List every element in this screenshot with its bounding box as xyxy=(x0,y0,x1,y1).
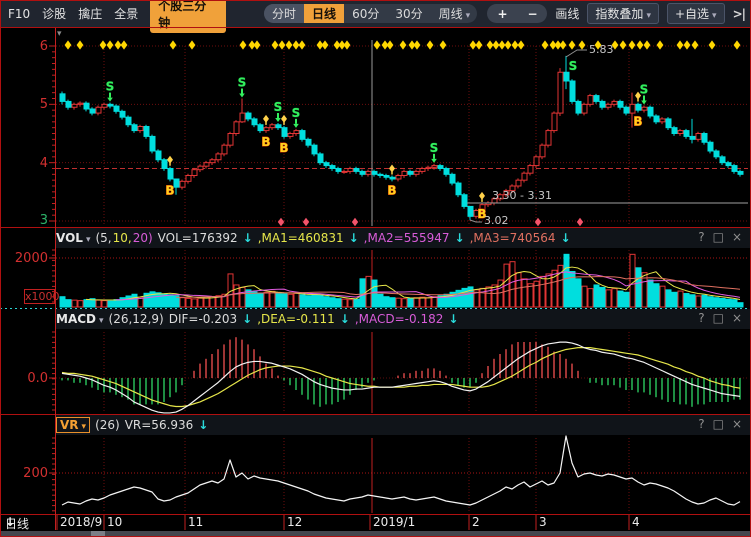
draw-line-button[interactable]: 画线 xyxy=(555,5,579,22)
collapse-panel-icon[interactable]: >| xyxy=(733,7,745,21)
chevron-down-icon: ▾ xyxy=(82,422,87,432)
time-axis: 日线↓ 2018/9 10 11 12 2019/1 2 3 4 xyxy=(0,515,751,531)
period-tabs: 分时 日线 60分 30分 周线▾ xyxy=(264,4,477,23)
month-label: 10 xyxy=(107,515,122,529)
macd-axis-zero: 0.0 xyxy=(0,371,48,386)
tab-weekly[interactable]: 周线▾ xyxy=(431,4,478,23)
catch-banker-button[interactable]: 擒庄 xyxy=(78,5,102,22)
down-arrow-icon: ↓ xyxy=(198,418,208,432)
chevron-down-icon: ▾ xyxy=(86,235,91,245)
scrollbar-thumb[interactable] xyxy=(91,531,105,536)
main-indicator-dropdown[interactable]: ▾ xyxy=(57,29,62,39)
month-label: 12 xyxy=(287,515,302,529)
down-arrow-icon: ↓ xyxy=(349,231,359,245)
macd-panel[interactable] xyxy=(56,331,750,414)
down-arrow-icon: ↓ xyxy=(242,312,252,326)
maximize-icon[interactable]: □ xyxy=(713,230,724,244)
chevron-down-icon: ▾ xyxy=(99,316,104,326)
vol-param-10: 10, xyxy=(113,231,132,245)
vol-param-20: 20) xyxy=(133,231,153,245)
volume-panel[interactable] xyxy=(56,249,750,308)
maximize-icon[interactable]: □ xyxy=(713,417,724,431)
down-arrow-icon: ↓ xyxy=(243,231,253,245)
f10-button[interactable]: F10 xyxy=(8,7,30,21)
vol-indicator-label: VOL xyxy=(56,231,83,245)
month-label: 11 xyxy=(188,515,203,529)
vol-panel-header: VOL▾ (5,10,20) VOL=176392↓ ,MA1=460831↓ … xyxy=(56,228,750,248)
panorama-button[interactable]: 全景 xyxy=(114,5,138,22)
macd-dif-value: DIF=-0.203 xyxy=(169,312,237,326)
vr-panel-header: VR▾ (26) VR=56.936 ↓ ? □ × xyxy=(56,415,750,435)
main-price-chart[interactable] xyxy=(56,28,750,227)
tab-30min[interactable]: 30分 xyxy=(387,4,430,23)
price-axis-5: 5 xyxy=(0,97,48,112)
chevron-down-icon: ▾ xyxy=(646,11,651,21)
down-arrow-icon: ↓ xyxy=(455,231,465,245)
month-label: 3 xyxy=(539,515,547,529)
down-arrow-icon: ↓ xyxy=(448,312,458,326)
month-label: 4 xyxy=(632,515,640,529)
close-icon[interactable]: × xyxy=(732,417,742,431)
vol-ma1-value: ,MA1=460831 xyxy=(258,231,344,245)
stock-chart-app: F10 诊股 擒庄 全景 个股三分钟 分时 日线 60分 30分 周线▾ + −… xyxy=(0,0,751,537)
top-toolbar: F10 诊股 擒庄 全景 个股三分钟 分时 日线 60分 30分 周线▾ + −… xyxy=(0,0,751,27)
price-axis-6: 6 xyxy=(0,39,48,54)
vol-ma2-value: ,MA2=555947 xyxy=(364,231,450,245)
vol-unit-badge: x1000 xyxy=(24,289,55,304)
vol-indicator-dropdown[interactable]: VOL▾ xyxy=(56,231,90,245)
macd-value: ,MACD=-0.182 xyxy=(355,312,444,326)
add-watchlist-button[interactable]: +自选▾ xyxy=(667,3,725,24)
vr-indicator-dropdown[interactable]: VR▾ xyxy=(56,417,90,433)
zoom-out-button[interactable]: − xyxy=(518,7,548,21)
price-axis-4: 4 xyxy=(0,156,48,171)
vol-panel-controls: ? □ × xyxy=(698,230,742,244)
zoom-controls: + − xyxy=(487,4,547,23)
tab-weekly-label: 周线 xyxy=(439,7,463,21)
help-icon[interactable]: ? xyxy=(698,230,704,244)
stock-3min-button[interactable]: 个股三分钟 xyxy=(150,0,226,33)
vr-indicator-label: VR xyxy=(60,418,79,432)
add-watchlist-label: +自选 xyxy=(675,7,709,21)
vr-params: (26) xyxy=(95,418,120,432)
vr-panel[interactable] xyxy=(56,437,750,514)
month-label: 2 xyxy=(472,515,480,529)
month-label: 2018/9 xyxy=(60,515,102,529)
macd-dea-value: ,DEA=-0.111 xyxy=(257,312,335,326)
close-icon[interactable]: × xyxy=(732,230,742,244)
macd-indicator-label: MACD xyxy=(56,312,96,326)
vol-value: VOL=176392 xyxy=(158,231,238,245)
maximize-icon[interactable]: □ xyxy=(713,311,724,325)
diagnose-stock-button[interactable]: 诊股 xyxy=(42,5,66,22)
period-selector[interactable]: 日线↓ xyxy=(5,515,15,529)
down-arrow-icon: ↓ xyxy=(340,312,350,326)
index-overlay-label: 指数叠加 xyxy=(595,7,643,21)
chevron-down-icon: ▾ xyxy=(466,11,471,21)
macd-params: (26,12,9) xyxy=(109,312,164,326)
tab-daily[interactable]: 日线 xyxy=(304,4,344,23)
vol-param-5: (5, xyxy=(95,231,111,245)
month-label: 2019/1 xyxy=(373,515,415,529)
vol-axis-2000: 2000 xyxy=(0,251,48,266)
macd-panel-controls: ? □ × xyxy=(698,311,742,325)
tab-60min[interactable]: 60分 xyxy=(344,4,387,23)
vr-axis-200: 200 xyxy=(0,466,48,481)
zoom-in-button[interactable]: + xyxy=(487,7,517,21)
help-icon[interactable]: ? xyxy=(698,417,704,431)
macd-panel-header: MACD▾ (26,12,9) DIF=-0.203 ↓ ,DEA=-0.111 ↓… xyxy=(56,309,750,329)
vol-ma3-value: ,MA3=740564 xyxy=(470,231,556,245)
macd-indicator-dropdown[interactable]: MACD▾ xyxy=(56,312,104,326)
chevron-down-icon: ▾ xyxy=(712,11,717,21)
down-arrow-icon: ↓ xyxy=(560,231,570,245)
period-label: 日线 xyxy=(5,515,29,532)
toolbar-right: 画线 指数叠加▾ +自选▾ >| xyxy=(547,3,751,24)
help-icon[interactable]: ? xyxy=(698,311,704,325)
vr-value: VR=56.936 xyxy=(125,418,194,432)
close-icon[interactable]: × xyxy=(732,311,742,325)
horizontal-scrollbar[interactable] xyxy=(1,531,750,536)
index-overlay-button[interactable]: 指数叠加▾ xyxy=(587,3,659,24)
vr-panel-controls: ? □ × xyxy=(698,417,742,431)
price-axis-3: 3 xyxy=(0,213,48,228)
tab-intraday[interactable]: 分时 xyxy=(264,4,304,23)
